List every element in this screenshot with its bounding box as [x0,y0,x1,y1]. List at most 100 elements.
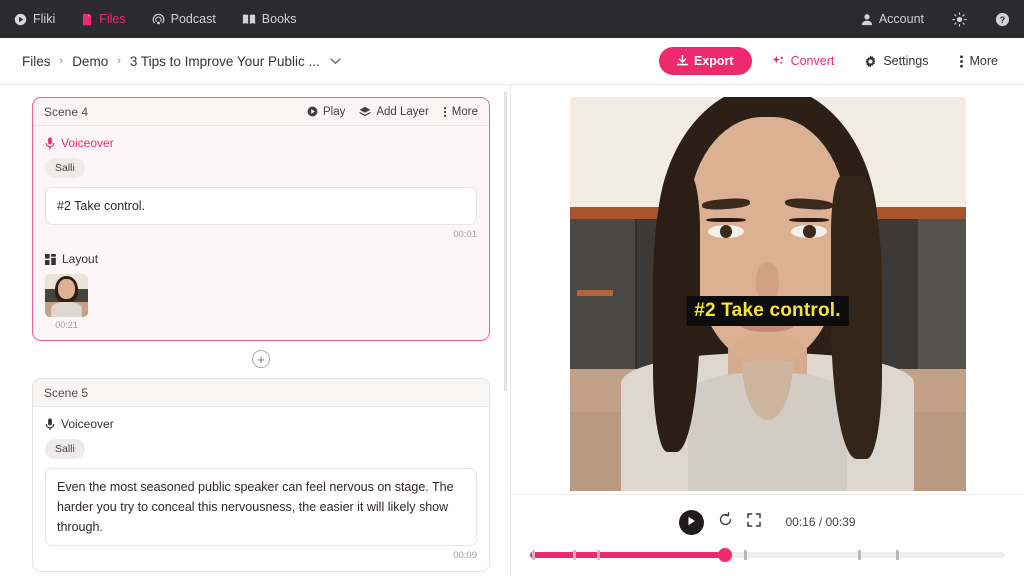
convert-label: Convert [790,54,835,68]
nav-item-fliki[interactable]: Fliki [14,12,55,26]
scene-dresser-handle [577,290,614,296]
scene-play-label: Play [322,105,346,118]
settings-button[interactable]: Settings [854,48,938,74]
timeline-slider[interactable] [530,548,1005,562]
scene-body-4: Voiceover Salli #2 Take control. 00:01 L… [33,126,489,340]
voice-chip-4[interactable]: Salli [45,158,85,178]
timeline-marker-5[interactable] [857,550,861,560]
help-circle-icon: ? [995,12,1010,27]
voiceover-label: Voiceover [61,136,114,150]
breadcrumb: Files › Demo › 3 Tips to Improve Your Pu… [22,54,341,69]
podcast-icon [152,13,165,26]
scene-play-button[interactable]: Play [307,106,345,118]
scene-duration-5: 00:09 [453,550,477,561]
chevron-down-icon[interactable] [330,57,341,65]
scene-dresser-right [917,219,966,377]
fullscreen-button[interactable] [747,512,762,532]
nav-label: Podcast [170,12,216,26]
microphone-icon [45,418,55,431]
scene-more-button[interactable]: More [443,106,478,118]
nav-item-files[interactable]: Files [81,12,126,26]
settings-label: Settings [883,54,929,68]
scene-header-5: Scene 5 [33,379,489,407]
nav-item-books[interactable]: Books [242,12,297,26]
export-button[interactable]: Export [658,47,752,75]
layout-clip-row-4: 00:21 [45,274,477,330]
voiceover-section-label-4: Voiceover [45,136,477,150]
layout-label: Layout [62,252,99,266]
video-preview[interactable]: #2 Take control. [569,97,966,491]
more-label: More [969,54,998,68]
user-icon [861,13,873,26]
breadcrumb-separator: › [59,55,64,67]
scenes-panel-scrollbar[interactable] [504,91,507,391]
export-label: Export [693,54,734,68]
top-nav-right-group: Account ? [833,11,1010,27]
breadcrumb-toolbar: Files › Demo › 3 Tips to Improve Your Pu… [0,38,1024,85]
timeline-marker-4[interactable] [743,550,747,560]
sun-icon [952,11,967,27]
play-icon [687,513,696,531]
sparkle-icon [772,55,785,68]
download-icon [677,55,688,67]
breadcrumb-item-project[interactable]: 3 Tips to Improve Your Public ... [130,54,320,69]
replay-button[interactable] [718,512,733,532]
layout-grid-icon [45,253,56,265]
help-button[interactable]: ? [995,12,1010,27]
add-scene-row: + [32,341,490,378]
convert-button[interactable]: Convert [762,48,845,74]
top-navigation-bar: Fliki Files Podcast Books Account ? [0,0,1024,38]
play-button[interactable] [679,509,705,535]
scene-card-4[interactable]: Scene 4 Play Add Layer More Voiceover Sa… [32,97,490,341]
timeline-marker-3[interactable] [596,550,600,560]
timeline-marker-2[interactable] [572,550,576,560]
scene-body-5: Voiceover Salli Even the most seasoned p… [33,407,489,571]
workspace: Scene 4 Play Add Layer More Voiceover Sa… [0,85,1024,576]
voiceover-section-label-5: Voiceover [45,417,477,431]
nav-label: Files [99,12,126,26]
project-actions: Export Convert Settings More [658,47,1008,75]
preview-panel: #2 Take control. 00:16 / 00:39 [511,85,1024,576]
script-input-5[interactable]: Even the most seasoned public speaker ca… [45,468,477,546]
timeline-wrapper [511,542,1024,568]
player-control-row: 00:16 / 00:39 [511,502,1024,542]
nav-item-podcast[interactable]: Podcast [152,12,216,26]
kebab-menu-icon [959,54,964,69]
timeline-marker-6[interactable] [895,550,899,560]
file-icon [81,13,93,26]
timeline-marker-1[interactable] [532,550,536,560]
scene-title: Scene 5 [44,385,89,400]
add-scene-button[interactable]: + [252,350,270,368]
account-button[interactable]: Account [861,12,924,26]
scene-more-label: More [451,105,478,118]
breadcrumb-item-files[interactable]: Files [22,54,51,69]
timeline-thumb[interactable] [717,548,732,562]
more-button[interactable]: More [949,48,1008,75]
scene-dresser-left [569,219,637,377]
fullscreen-icon [747,512,762,532]
player-timecode: 00:16 / 00:39 [785,515,856,529]
microphone-icon [45,137,55,150]
scenes-panel[interactable]: Scene 4 Play Add Layer More Voiceover Sa… [0,85,511,576]
theme-toggle-button[interactable] [952,11,967,27]
layout-clip-thumbnail[interactable] [45,274,88,317]
scene-add-layer-label: Add Layer [376,105,429,118]
video-stage: #2 Take control. [511,85,1024,495]
scene-header-4: Scene 4 Play Add Layer More [33,98,489,126]
subject-chin [731,333,804,361]
breadcrumb-item-demo[interactable]: Demo [72,54,108,69]
player-controls: 00:16 / 00:39 [511,495,1024,575]
scene-add-layer-button[interactable]: Add Layer [359,105,429,118]
voice-chip-5[interactable]: Salli [45,439,85,459]
kebab-menu-icon [443,106,447,118]
script-input-4[interactable]: #2 Take control. [45,187,477,225]
fliki-logo-icon [14,13,27,26]
replay-icon [718,512,733,532]
nav-label: Books [261,12,297,26]
voiceover-label: Voiceover [61,417,114,431]
account-label: Account [878,12,924,26]
scene-duration-4: 00:01 [453,229,477,240]
gear-icon [864,54,877,68]
breadcrumb-separator: › [117,55,121,67]
scene-card-5[interactable]: Scene 5 Voiceover Salli Even the most se… [32,378,490,572]
